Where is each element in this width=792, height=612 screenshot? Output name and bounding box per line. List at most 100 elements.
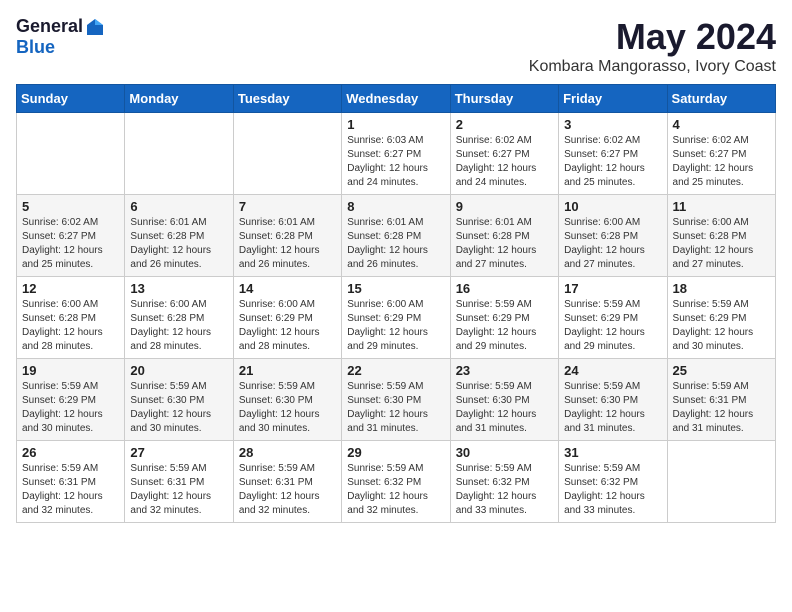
calendar-cell: 13 Sunrise: 6:00 AMSunset: 6:28 PMDayligh…: [125, 277, 233, 359]
day-number: 16: [456, 281, 553, 296]
day-info: Sunrise: 6:01 AMSunset: 6:28 PMDaylight:…: [130, 216, 227, 272]
day-number: 11: [673, 199, 770, 214]
day-number: 4: [673, 117, 770, 132]
calendar-cell: [667, 441, 775, 523]
day-info: Sunrise: 5:59 AMSunset: 6:29 PMDaylight:…: [456, 298, 553, 354]
calendar-cell: 27Sunrise: 5:59 AMSunset: 6:31 PMDayligh…: [125, 441, 233, 523]
calendar-cell: 10 Sunrise: 6:00 AMSunset: 6:28 PMDayligh…: [559, 195, 667, 277]
weekday-header: Friday: [559, 85, 667, 113]
calendar-cell: 26 Sunrise: 5:59 AMSunset: 6:31 PMDayligh…: [17, 441, 125, 523]
day-info: Sunrise: 6:02 AMSunset: 6:27 PMDaylight:…: [673, 134, 770, 190]
day-number: 10: [564, 199, 661, 214]
calendar-cell: 12 Sunrise: 6:00 AMSunset: 6:28 PMDayligh…: [17, 277, 125, 359]
day-info: Sunrise: 6:01 AMSunset: 6:28 PMDaylight:…: [239, 216, 336, 272]
day-number: 24: [564, 363, 661, 378]
day-number: 14: [239, 281, 336, 296]
day-number: 18: [673, 281, 770, 296]
day-number: 28: [239, 445, 336, 460]
day-info: Sunrise: 5:59 AMSunset: 6:31 PMDaylight:…: [673, 380, 770, 436]
day-info: Sunrise: 5:59 AMSunset: 6:30 PMDaylight:…: [347, 380, 444, 436]
day-info: Sunrise: 6:02 AMSunset: 6:27 PMDaylight:…: [564, 134, 661, 190]
day-info: Sunrise: 6:02 AMSunset: 6:27 PMDaylight:…: [22, 216, 119, 272]
day-number: 19: [22, 363, 119, 378]
day-number: 8: [347, 199, 444, 214]
calendar-cell: 16 Sunrise: 5:59 AMSunset: 6:29 PMDayligh…: [450, 277, 558, 359]
calendar-cell: 14 Sunrise: 6:00 AMSunset: 6:29 PMDayligh…: [233, 277, 341, 359]
calendar-cell: 29 Sunrise: 5:59 AMSunset: 6:32 PMDayligh…: [342, 441, 450, 523]
day-number: 9: [456, 199, 553, 214]
calendar-cell: 30 Sunrise: 5:59 AMSunset: 6:32 PMDayligh…: [450, 441, 558, 523]
day-number: 21: [239, 363, 336, 378]
calendar-cell: 21 Sunrise: 5:59 AMSunset: 6:30 PMDayligh…: [233, 359, 341, 441]
calendar-cell: 9 Sunrise: 6:01 AMSunset: 6:28 PMDaylight…: [450, 195, 558, 277]
day-number: 17: [564, 281, 661, 296]
day-number: 26: [22, 445, 119, 460]
day-info: Sunrise: 6:00 AMSunset: 6:28 PMDaylight:…: [564, 216, 661, 272]
calendar-table: SundayMondayTuesdayWednesdayThursdayFrid…: [16, 84, 776, 523]
day-info: Sunrise: 6:00 AMSunset: 6:29 PMDaylight:…: [347, 298, 444, 354]
day-info: Sunrise: 6:01 AMSunset: 6:28 PMDaylight:…: [347, 216, 444, 272]
day-info: Sunrise: 5:59 AMSunset: 6:30 PMDaylight:…: [456, 380, 553, 436]
calendar-week-row: 12 Sunrise: 6:00 AMSunset: 6:28 PMDayligh…: [17, 277, 776, 359]
day-info: Sunrise: 5:59 AMSunset: 6:32 PMDaylight:…: [456, 462, 553, 518]
day-info: Sunrise: 5:59 AMSunset: 6:30 PMDaylight:…: [564, 380, 661, 436]
calendar-cell: 31 Sunrise: 5:59 AMSunset: 6:32 PMDayligh…: [559, 441, 667, 523]
calendar-cell: 24 Sunrise: 5:59 AMSunset: 6:30 PMDayligh…: [559, 359, 667, 441]
day-info: Sunrise: 6:00 AMSunset: 6:29 PMDaylight:…: [239, 298, 336, 354]
logo: General Blue: [16, 16, 105, 58]
month-title: May 2024: [529, 16, 776, 58]
weekday-header: Tuesday: [233, 85, 341, 113]
day-info: Sunrise: 5:59 AMSunset: 6:32 PMDaylight:…: [347, 462, 444, 518]
calendar-cell: 20 Sunrise: 5:59 AMSunset: 6:30 PMDayligh…: [125, 359, 233, 441]
calendar-cell: [233, 113, 341, 195]
day-number: 30: [456, 445, 553, 460]
calendar-week-row: 26 Sunrise: 5:59 AMSunset: 6:31 PMDayligh…: [17, 441, 776, 523]
day-info: Sunrise: 5:59 AMSunset: 6:31 PMDaylight:…: [22, 462, 119, 518]
day-info: Sunrise: 6:00 AMSunset: 6:28 PMDaylight:…: [673, 216, 770, 272]
day-number: 13: [130, 281, 227, 296]
day-number: 3: [564, 117, 661, 132]
page-header: General Blue May 2024 Kombara Mangorasso…: [16, 16, 776, 76]
day-number: 27: [130, 445, 227, 460]
day-info: Sunrise: 6:00 AMSunset: 6:28 PMDaylight:…: [130, 298, 227, 354]
day-info: Sunrise: 5:59 AMSunset: 6:32 PMDaylight:…: [564, 462, 661, 518]
day-number: 22: [347, 363, 444, 378]
day-info: Sunrise: 5:59 AMSunset: 6:30 PMDaylight:…: [130, 380, 227, 436]
calendar-cell: 22 Sunrise: 5:59 AMSunset: 6:30 PMDayligh…: [342, 359, 450, 441]
logo-icon: [85, 17, 105, 37]
day-info: Sunrise: 6:02 AMSunset: 6:27 PMDaylight:…: [456, 134, 553, 190]
calendar-cell: 11 Sunrise: 6:00 AMSunset: 6:28 PMDayligh…: [667, 195, 775, 277]
day-info: Sunrise: 5:59 AMSunset: 6:31 PMDaylight:…: [239, 462, 336, 518]
day-info: Sunrise: 6:01 AMSunset: 6:28 PMDaylight:…: [456, 216, 553, 272]
day-number: 2: [456, 117, 553, 132]
day-number: 29: [347, 445, 444, 460]
day-info: Sunrise: 5:59 AMSunset: 6:30 PMDaylight:…: [239, 380, 336, 436]
day-info: Sunrise: 6:00 AMSunset: 6:28 PMDaylight:…: [22, 298, 119, 354]
calendar-cell: 19 Sunrise: 5:59 AMSunset: 6:29 PMDayligh…: [17, 359, 125, 441]
calendar-cell: 1Sunrise: 6:03 AMSunset: 6:27 PMDaylight…: [342, 113, 450, 195]
calendar-cell: 15Sunrise: 6:00 AMSunset: 6:29 PMDayligh…: [342, 277, 450, 359]
day-info: Sunrise: 5:59 AMSunset: 6:29 PMDaylight:…: [673, 298, 770, 354]
title-section: May 2024 Kombara Mangorasso, Ivory Coast: [529, 16, 776, 76]
day-number: 23: [456, 363, 553, 378]
calendar-cell: 4 Sunrise: 6:02 AMSunset: 6:27 PMDaylight…: [667, 113, 775, 195]
day-number: 1: [347, 117, 444, 132]
weekday-header: Thursday: [450, 85, 558, 113]
calendar-cell: 8 Sunrise: 6:01 AMSunset: 6:28 PMDaylight…: [342, 195, 450, 277]
weekday-header: Saturday: [667, 85, 775, 113]
day-number: 12: [22, 281, 119, 296]
day-number: 31: [564, 445, 661, 460]
day-info: Sunrise: 5:59 AMSunset: 6:29 PMDaylight:…: [22, 380, 119, 436]
day-number: 20: [130, 363, 227, 378]
location-title: Kombara Mangorasso, Ivory Coast: [529, 58, 776, 76]
day-info: Sunrise: 5:59 AMSunset: 6:29 PMDaylight:…: [564, 298, 661, 354]
weekday-header: Sunday: [17, 85, 125, 113]
day-number: 7: [239, 199, 336, 214]
calendar-cell: 25Sunrise: 5:59 AMSunset: 6:31 PMDayligh…: [667, 359, 775, 441]
weekday-header: Wednesday: [342, 85, 450, 113]
calendar-cell: 28 Sunrise: 5:59 AMSunset: 6:31 PMDayligh…: [233, 441, 341, 523]
calendar-cell: [17, 113, 125, 195]
weekday-header: Monday: [125, 85, 233, 113]
calendar-cell: 3 Sunrise: 6:02 AMSunset: 6:27 PMDaylight…: [559, 113, 667, 195]
calendar-cell: 2 Sunrise: 6:02 AMSunset: 6:27 PMDaylight…: [450, 113, 558, 195]
